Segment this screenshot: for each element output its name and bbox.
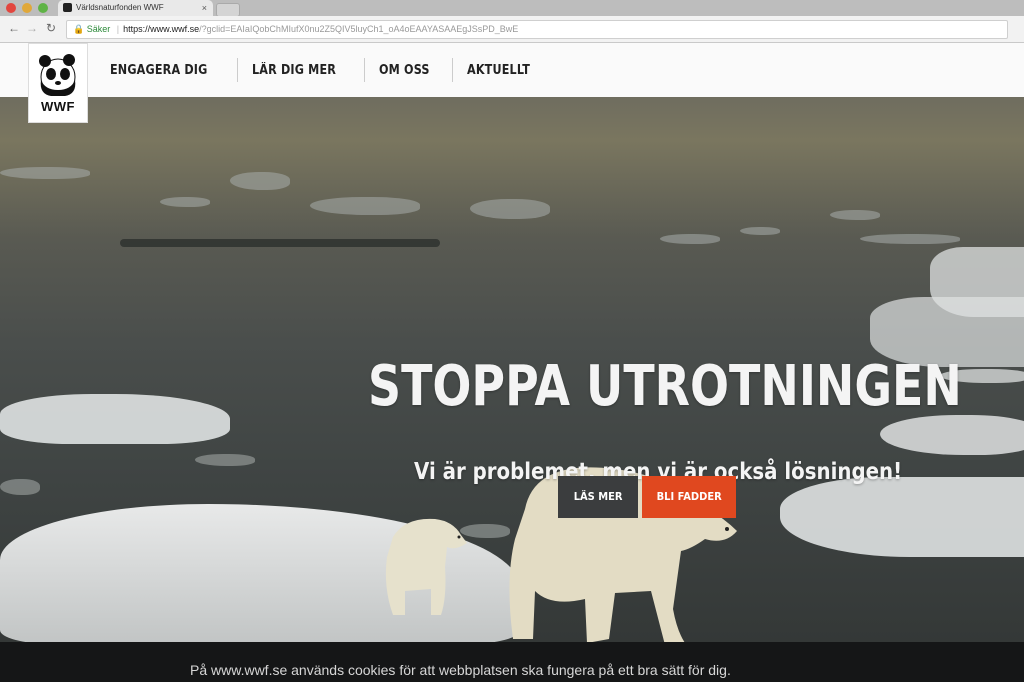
tab-title: Världsnaturfonden WWF: [76, 3, 164, 12]
nav-divider: [237, 58, 239, 82]
nav-divider: [364, 58, 366, 82]
nav-divider: [452, 58, 453, 82]
favicon-icon: [63, 3, 72, 12]
window-close-button[interactable]: [6, 3, 16, 13]
nav-item-learn[interactable]: LÄR DIG MER: [252, 63, 336, 78]
lock-icon: 🔒: [73, 24, 85, 34]
nav-item-about[interactable]: OM OSS: [379, 63, 430, 78]
adopt-label: BLI FADDER: [656, 490, 722, 503]
wwf-logo[interactable]: WWF: [28, 43, 88, 123]
url-host: https://www.wwf.se: [123, 24, 200, 34]
window-minimize-button[interactable]: [22, 3, 32, 13]
url-separator: |: [116, 24, 120, 34]
adopt-button[interactable]: BLI FADDER: [642, 476, 736, 518]
close-icon[interactable]: ×: [202, 0, 207, 16]
cookie-banner: På www.wwf.se används cookies för att we…: [0, 642, 1024, 682]
logo-text: WWF: [41, 99, 75, 114]
panda-logo-icon: [39, 54, 76, 96]
forward-arrow-icon[interactable]: →: [26, 21, 38, 35]
back-arrow-icon[interactable]: ←: [8, 21, 20, 35]
browser-tab[interactable]: Världsnaturfonden WWF ×: [58, 0, 213, 16]
nav-item-engage[interactable]: ENGAGERA DIG: [110, 63, 207, 78]
new-tab-button[interactable]: [216, 3, 240, 17]
read-more-button[interactable]: LÄS MER: [558, 476, 638, 518]
secure-label: Säker: [86, 24, 111, 34]
read-more-label: LÄS MER: [573, 490, 623, 503]
address-bar-row: ← → ↻ 🔒 Säker | https://www.wwf.se/?gclid…: [0, 16, 1024, 43]
nav-item-news[interactable]: AKTUELLT: [467, 63, 530, 78]
hero-banner: STOPPA UTROTNINGEN Vi är problemet, men …: [0, 97, 1024, 642]
reload-icon[interactable]: ↻: [46, 21, 56, 35]
polar-bear-cub-image: [385, 518, 467, 615]
url-query: /?gclid=EAIaIQobChMIufX0nu2Z5QIV5luyCh1_…: [199, 24, 519, 34]
cookie-text: På www.wwf.se används cookies för att we…: [190, 662, 731, 678]
browser-tab-bar: Världsnaturfonden WWF ×: [0, 0, 1024, 17]
window-zoom-button[interactable]: [38, 3, 48, 13]
main-nav: ENGAGERA DIG LÄR DIG MER OM OSS AKTUELLT: [110, 43, 540, 97]
hero-title: STOPPA UTROTNINGEN: [368, 354, 962, 419]
url-input[interactable]: 🔒 Säker | https://www.wwf.se/?gclid=EAIaI…: [66, 20, 1008, 39]
